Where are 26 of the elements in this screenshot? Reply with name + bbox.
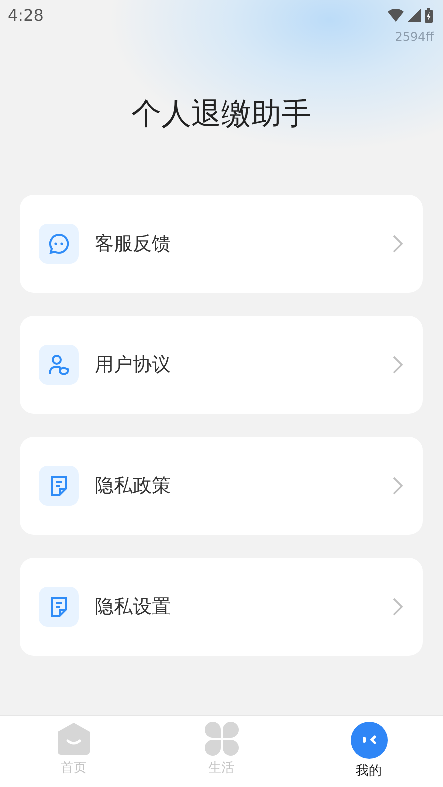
menu-item[interactable]: 隐私设置 — [20, 558, 423, 656]
tab[interactable]: 我的 — [295, 716, 443, 787]
menu-item[interactable]: 客服反馈 — [20, 195, 423, 293]
chevron-icon — [393, 477, 403, 495]
document-icon — [49, 596, 69, 618]
menu-label: 隐私设置 — [95, 595, 172, 620]
chat-icon — [48, 233, 70, 255]
menu-label: 用户协议 — [95, 353, 172, 378]
signal-icon — [408, 8, 421, 22]
chevron-icon — [393, 235, 403, 253]
chevron-icon — [393, 356, 403, 374]
user-icon — [48, 354, 70, 376]
menu-item[interactable]: 用户协议 — [20, 316, 423, 414]
menu-item[interactable]: 隐私政策 — [20, 437, 423, 535]
menu-label: 客服反馈 — [95, 232, 172, 257]
battery-icon — [425, 8, 433, 22]
status-time: 4:28 — [8, 6, 44, 24]
document-icon — [49, 475, 69, 497]
home-icon — [56, 722, 91, 756]
chevron-icon — [393, 598, 403, 616]
clover-icon — [204, 722, 238, 756]
color-code: 2594ff — [395, 30, 434, 46]
face-icon — [350, 722, 388, 759]
menu-label: 隐私政策 — [95, 474, 172, 499]
page-title: 个人退缴助手 — [132, 96, 312, 134]
wifi-icon — [388, 8, 404, 22]
